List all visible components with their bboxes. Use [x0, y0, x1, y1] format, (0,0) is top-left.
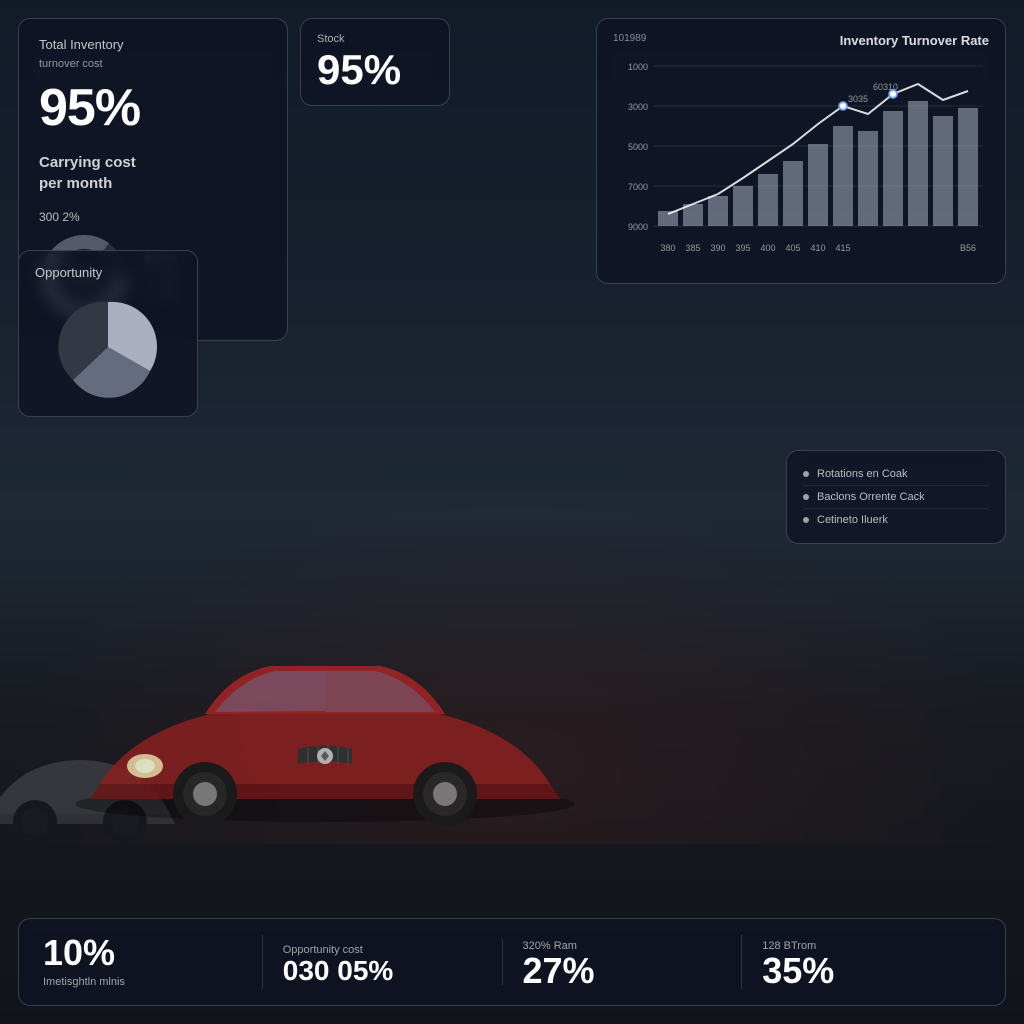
chart-header: 101989 Inventory Turnover Rate — [613, 33, 989, 48]
legend-dot-2 — [803, 494, 809, 500]
legend-label-1: Rotations en Coak — [817, 468, 908, 480]
svg-text:380: 380 — [660, 243, 675, 253]
carry-cost-label: Carrying costper month — [39, 152, 267, 194]
svg-text:390: 390 — [710, 243, 725, 253]
top-center-panel: Stock 95% — [300, 18, 450, 106]
legend-label-3: Cetineto Iluerk — [817, 514, 888, 526]
svg-text:405: 405 — [785, 243, 800, 253]
turnover-chart: 1000 3000 5000 7000 9000 3035 60310 380 … — [613, 56, 991, 266]
stock-label: Stock — [317, 33, 433, 45]
svg-text:5000: 5000 — [628, 142, 648, 152]
svg-text:3000: 3000 — [628, 102, 648, 112]
svg-text:9000: 9000 — [628, 222, 648, 232]
mid-right-panel: Rotations en Coak Baclons Orrente Cack C… — [786, 450, 1006, 544]
legend-label-2: Baclons Orrente Cack — [817, 491, 925, 503]
legend-item-3: Cetineto Iluerk — [803, 509, 989, 531]
chart-subtitle-left: 101989 — [613, 33, 646, 44]
bottom-col-4: 128 BTrom 35% — [742, 935, 981, 989]
legend-item-2: Baclons Orrente Cack — [803, 486, 989, 509]
total-inventory-label: Total Inventory — [39, 37, 267, 54]
chart-title: Inventory Turnover Rate — [840, 33, 989, 48]
car-illustration — [50, 574, 600, 854]
svg-text:1000: 1000 — [628, 62, 648, 72]
bottom-value-2: 030 05% — [283, 957, 394, 985]
bottom-value-1: 10% — [43, 935, 115, 971]
bottom-panel: 10% Imetisghtln mlnis Opportunity cost 0… — [18, 918, 1006, 1006]
svg-text:7000: 7000 — [628, 182, 648, 192]
svg-text:415: 415 — [835, 243, 850, 253]
svg-text:B56: B56 — [960, 243, 976, 253]
svg-text:60310: 60310 — [873, 82, 898, 92]
svg-text:385: 385 — [685, 243, 700, 253]
bottom-col-2: Opportunity cost 030 05% — [263, 939, 503, 985]
donut-label-300: 300 2% — [39, 210, 267, 224]
bottom-col-1: 10% Imetisghtln mlnis — [43, 935, 263, 989]
stock-value: 95% — [317, 49, 433, 91]
bottom-value-4: 35% — [762, 953, 834, 989]
bottom-label-1: Imetisghtln mlnis — [43, 975, 125, 989]
legend-item-1: Rotations en Coak — [803, 463, 989, 486]
bottom-value-3: 27% — [523, 953, 595, 989]
turnover-cost-label: turnover cost — [39, 58, 267, 70]
pie-chart-area — [35, 292, 181, 402]
bottom-col-3: 320% Ram 27% — [503, 935, 743, 989]
svg-text:3035: 3035 — [848, 94, 868, 104]
legend-dot-3 — [803, 517, 809, 523]
opportunity-label: Opportunity — [35, 265, 181, 280]
svg-text:400: 400 — [760, 243, 775, 253]
legend-dot-1 — [803, 471, 809, 477]
svg-text:395: 395 — [735, 243, 750, 253]
pie-chart — [53, 292, 163, 402]
top-right-panel: 101989 Inventory Turnover Rate 1000 3000… — [596, 18, 1006, 284]
opportunity-panel: Opportunity — [18, 250, 198, 417]
svg-text:410: 410 — [810, 243, 825, 253]
big-percent: 95% — [39, 82, 267, 134]
